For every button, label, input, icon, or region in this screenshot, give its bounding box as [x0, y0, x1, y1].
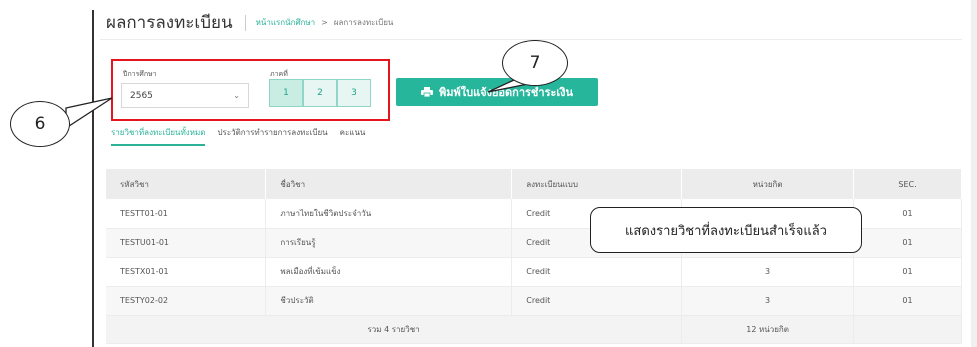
page-title: ผลการลงทะเบียน	[106, 13, 233, 33]
term-3-button[interactable]: 3	[337, 79, 371, 107]
total-subjects: รวม 4 รายวิชา	[106, 315, 683, 344]
cell-name: พลเมืองที่เข้มแข็ง	[265, 257, 513, 287]
left-border	[92, 10, 94, 347]
cell-code: TESTU01-01	[106, 228, 267, 258]
table-header-row: รหัสวิชา ชื่อวิชา ลงทะเบียนแบบ หน่วยกิต …	[106, 169, 962, 199]
cell-name: ชีวประวัติ	[265, 286, 513, 316]
cell-name: การเรียนรู้	[265, 228, 513, 258]
column-header-code: รหัสวิชา	[106, 169, 267, 199]
header-divider	[244, 14, 246, 31]
breadcrumb: หน้าแรกนักศึกษา > ผลการลงทะเบียน	[256, 16, 394, 29]
right-edge	[971, 0, 977, 347]
cell-section: 01	[853, 286, 962, 316]
column-header-credits: หน่วยกิต	[681, 169, 855, 199]
table-row: TESTX01-01 พลเมืองที่เข้มแข็ง Credit 3 0…	[106, 257, 962, 287]
table-row: TESTY02-02 ชีวประวัติ Credit 3 01	[106, 286, 962, 316]
column-header-section: SEC.	[853, 169, 962, 199]
filter-highlight-box: ปีการศึกษา 2565 ⌄ ภาคที่ 1 2 3	[111, 59, 390, 121]
total-empty-cell	[853, 315, 962, 344]
callout-7: 7	[502, 40, 568, 86]
cell-type: Credit	[511, 257, 683, 287]
academic-year-select[interactable]: 2565 ⌄	[121, 83, 249, 108]
cell-section: 01	[853, 228, 962, 258]
academic-year-value: 2565	[130, 90, 153, 101]
year-label: ปีการศึกษา	[123, 70, 157, 78]
cell-code: TESTX01-01	[106, 257, 267, 287]
term-1-button[interactable]: 1	[269, 79, 303, 107]
breadcrumb-home-link[interactable]: หน้าแรกนักศึกษา	[256, 16, 316, 29]
page-header: ผลการลงทะเบียน หน้าแรกนักศึกษา > ผลการลง…	[100, 6, 962, 40]
tab-scores[interactable]: คะแนน	[340, 126, 366, 146]
cell-credits: 3	[681, 257, 855, 287]
cell-name: ภาษาไทยในชีวิตประจำวัน	[265, 199, 513, 229]
term-2-button[interactable]: 2	[303, 79, 337, 107]
term-button-group: 1 2 3	[269, 79, 371, 107]
callout-6: 6	[10, 101, 70, 147]
tab-bar: รายวิชาที่ลงทะเบียนทั้งหมด ประวัติการทำร…	[111, 126, 365, 146]
cell-type: Credit	[511, 286, 683, 316]
registration-result-page: ผลการลงทะเบียน หน้าแรกนักศึกษา > ผลการลง…	[0, 0, 977, 347]
print-button-label: พิมพ์ใบแจ้งยอดการชำระเงิน	[438, 86, 574, 99]
breadcrumb-separator: >	[321, 18, 328, 27]
tab-all-registered-subjects[interactable]: รายวิชาที่ลงทะเบียนทั้งหมด	[111, 126, 206, 146]
column-header-type: ลงทะเบียนแบบ	[511, 169, 683, 199]
tab-registration-history[interactable]: ประวัติการทำรายการลงทะเบียน	[217, 126, 327, 146]
cell-code: TESTY02-02	[106, 286, 267, 316]
printer-icon	[420, 87, 433, 97]
print-payment-slip-button[interactable]: พิมพ์ใบแจ้งยอดการชำระเงิน	[396, 78, 598, 106]
cell-credits: 3	[681, 286, 855, 316]
breadcrumb-current: ผลการลงทะเบียน	[333, 18, 394, 27]
cell-section: 01	[853, 199, 962, 229]
column-header-name: ชื่อวิชา	[265, 169, 513, 199]
registered-subjects-table: รหัสวิชา ชื่อวิชา ลงทะเบียนแบบ หน่วยกิต …	[106, 169, 962, 344]
cell-section: 01	[853, 257, 962, 287]
total-credits: 12 หน่วยกิต	[681, 315, 855, 344]
table-total-row: รวม 4 รายวิชา 12 หน่วยกิต	[106, 315, 962, 344]
annotation-note: แสดงรายวิชาที่ลงทะเบียนสำเร็จแล้ว	[590, 207, 862, 253]
chevron-down-icon: ⌄	[233, 91, 240, 100]
cell-code: TESTT01-01	[106, 199, 267, 229]
